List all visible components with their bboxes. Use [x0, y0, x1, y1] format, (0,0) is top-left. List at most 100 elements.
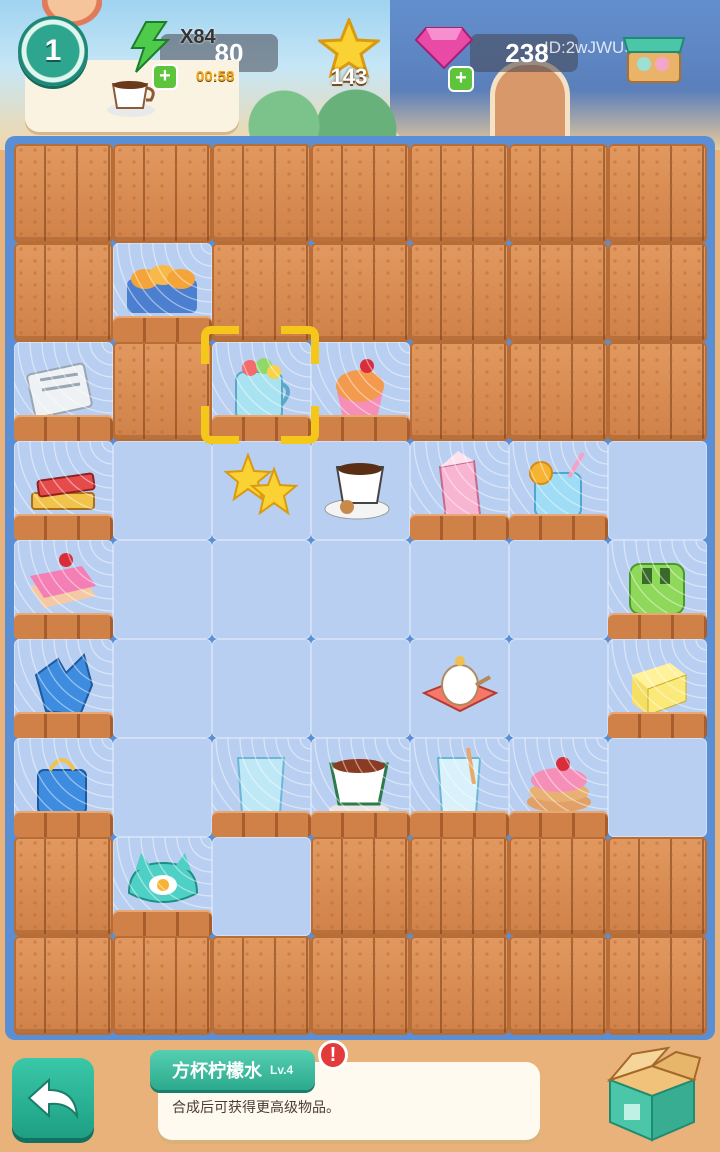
teapot-set-icon[interactable] — [418, 645, 501, 721]
board-cell[interactable] — [311, 342, 410, 441]
crate-tile[interactable] — [14, 144, 113, 243]
board-cell[interactable] — [410, 540, 509, 639]
crate-ledge — [113, 316, 212, 342]
cupcake-icon[interactable] — [319, 348, 402, 424]
milk-glass-icon[interactable] — [418, 744, 501, 820]
crate-tile[interactable] — [509, 243, 608, 342]
board-cell[interactable] — [410, 639, 509, 738]
board-cell[interactable] — [311, 540, 410, 639]
water-glass-icon[interactable] — [220, 744, 303, 820]
level-badge[interactable]: 1 — [18, 16, 88, 86]
crate-tile[interactable] — [311, 243, 410, 342]
blue-bag-icon[interactable] — [22, 744, 105, 820]
board-cell[interactable] — [113, 243, 212, 342]
crate-tile[interactable] — [509, 342, 608, 441]
pancake-stack-icon[interactable] — [517, 744, 600, 820]
books-icon[interactable] — [22, 447, 105, 523]
board-cell[interactable] — [14, 441, 113, 540]
tea-cup-icon[interactable] — [319, 744, 402, 820]
double-star-icon[interactable] — [220, 447, 303, 523]
board-cell[interactable] — [113, 639, 212, 738]
crate-ledge — [311, 415, 410, 441]
board-cell[interactable] — [509, 540, 608, 639]
crate-tile[interactable] — [410, 243, 509, 342]
crate-tile[interactable] — [212, 936, 311, 1035]
board-cell[interactable] — [212, 342, 311, 441]
crate-ledge — [212, 415, 311, 441]
add-energy-button[interactable]: + — [152, 64, 178, 90]
board-cell[interactable] — [14, 540, 113, 639]
cake-slice-icon[interactable] — [22, 546, 105, 622]
board-cell[interactable] — [14, 342, 113, 441]
board-cell[interactable] — [113, 441, 212, 540]
crate-tile[interactable] — [410, 342, 509, 441]
board-cell[interactable] — [113, 540, 212, 639]
back-button[interactable] — [12, 1058, 94, 1138]
board-cell[interactable] — [311, 441, 410, 540]
board-cell[interactable] — [608, 540, 707, 639]
board-cell[interactable] — [311, 639, 410, 738]
board-cell[interactable] — [509, 639, 608, 738]
crate-tile[interactable] — [608, 243, 707, 342]
crate-ledge — [410, 514, 509, 540]
board-cell[interactable] — [14, 738, 113, 837]
add-gems-button[interactable]: + — [448, 66, 474, 92]
board-cell[interactable] — [212, 441, 311, 540]
board-cell[interactable] — [509, 441, 608, 540]
crate-tile[interactable] — [311, 837, 410, 936]
board-cell[interactable] — [212, 639, 311, 738]
crate-tile[interactable] — [410, 144, 509, 243]
board-cell[interactable] — [608, 639, 707, 738]
board-cell[interactable] — [113, 837, 212, 936]
crate-tile[interactable] — [608, 936, 707, 1035]
crate-tile[interactable] — [509, 936, 608, 1035]
energy-timer: 00:58 — [196, 68, 235, 85]
crate-tile[interactable] — [14, 243, 113, 342]
board-cell[interactable] — [410, 738, 509, 837]
board-cell[interactable] — [14, 639, 113, 738]
crate-tile[interactable] — [113, 342, 212, 441]
crate-tile[interactable] — [410, 837, 509, 936]
item-alert-badge[interactable]: ! — [318, 1040, 348, 1070]
crate-tile[interactable] — [14, 837, 113, 936]
crate-tile[interactable] — [14, 936, 113, 1035]
crate-tile[interactable] — [113, 936, 212, 1035]
crate-tile[interactable] — [509, 837, 608, 936]
bread-basket-icon[interactable] — [121, 249, 204, 325]
crate-tile[interactable] — [608, 837, 707, 936]
board-cell[interactable] — [311, 738, 410, 837]
board-cell[interactable] — [608, 738, 707, 837]
coffee-and-cookies-icon[interactable] — [319, 447, 402, 523]
crate-tile[interactable] — [509, 144, 608, 243]
butter-icon[interactable] — [616, 645, 699, 721]
crate-tile[interactable] — [311, 936, 410, 1035]
cat-egg-plate-icon[interactable] — [121, 843, 204, 919]
board-cell[interactable] — [113, 738, 212, 837]
crate-ledge — [113, 910, 212, 936]
toaster-icon[interactable] — [616, 546, 699, 622]
board-cell[interactable] — [509, 738, 608, 837]
blue-wrap-icon[interactable] — [22, 645, 105, 721]
crate-tile[interactable] — [311, 144, 410, 243]
crate-tile[interactable] — [212, 243, 311, 342]
board-cell[interactable] — [608, 441, 707, 540]
crate-ledge — [509, 514, 608, 540]
lemonade-jar-icon[interactable] — [220, 348, 303, 424]
crate-tile[interactable] — [113, 144, 212, 243]
crate-ledge — [608, 712, 707, 738]
crate-ledge — [311, 811, 410, 837]
board-cell[interactable] — [212, 738, 311, 837]
crate-tile[interactable] — [608, 342, 707, 441]
milk-carton-icon[interactable] — [418, 447, 501, 523]
crate-tile[interactable] — [212, 144, 311, 243]
board-cell[interactable] — [212, 837, 311, 936]
board-grid — [14, 144, 707, 1035]
crate-tile[interactable] — [410, 936, 509, 1035]
storage-box-icon[interactable] — [602, 1046, 702, 1142]
orange-juice-icon[interactable] — [517, 447, 600, 523]
board-cell[interactable] — [410, 441, 509, 540]
newspaper-icon[interactable] — [22, 348, 105, 424]
board-cell[interactable] — [212, 540, 311, 639]
crate-tile[interactable] — [608, 144, 707, 243]
shop-icon[interactable] — [620, 18, 688, 88]
